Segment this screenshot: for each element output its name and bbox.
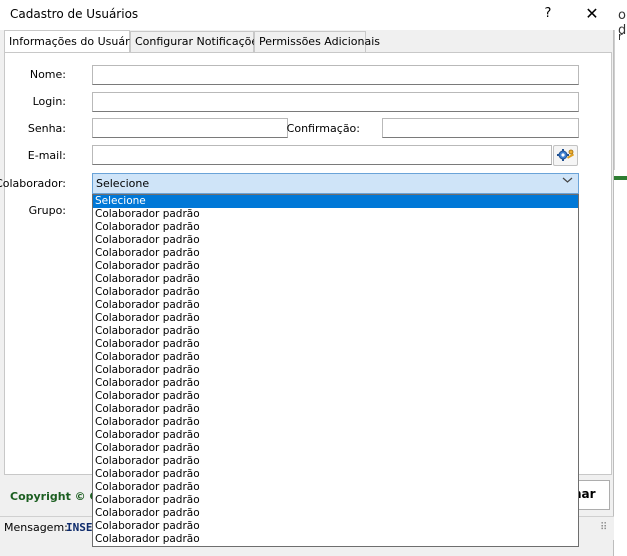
- close-button[interactable]: ✕: [578, 3, 606, 25]
- dropdown-option[interactable]: Colaborador padrão: [93, 221, 578, 234]
- background-green-bar: [612, 176, 627, 180]
- tab-additional-permissions[interactable]: Permissões Adicionais: [254, 31, 380, 52]
- dropdown-option[interactable]: Colaborador padrão: [93, 390, 578, 403]
- dropdown-option[interactable]: Colaborador padrão: [93, 325, 578, 338]
- dropdown-option[interactable]: Colaborador padrão: [93, 520, 578, 533]
- window-title: Cadastro de Usuários: [10, 7, 139, 21]
- dropdown-option[interactable]: Colaborador padrão: [93, 481, 578, 494]
- senha-label: Senha:: [27, 122, 66, 135]
- dropdown-option[interactable]: Selecione: [93, 195, 578, 208]
- tab-user-info[interactable]: Informações do Usuário: [4, 30, 139, 52]
- email-input[interactable]: [92, 145, 552, 165]
- dropdown-option[interactable]: Colaborador padrão: [93, 442, 578, 455]
- dropdown-option[interactable]: Colaborador padrão: [93, 455, 578, 468]
- dropdown-option[interactable]: Colaborador padrão: [93, 494, 578, 507]
- dropdown-option[interactable]: Colaborador padrão: [93, 260, 578, 273]
- dropdown-option[interactable]: Colaborador padrão: [93, 377, 578, 390]
- colaborador-dropdown-list: Selecione Colaborador padrão Colaborador p…: [92, 194, 579, 547]
- chevron-down-icon: [562, 176, 573, 187]
- dropdown-option[interactable]: Colaborador padrão: [93, 468, 578, 481]
- title-bar: Cadastro de Usuários ? ✕: [0, 0, 614, 30]
- dropdown-option[interactable]: Colaborador padrão: [93, 208, 578, 221]
- dropdown-option[interactable]: Colaborador padrão: [93, 403, 578, 416]
- login-label: Login:: [32, 95, 66, 108]
- colaborador-label: Colaborador:: [0, 177, 66, 190]
- email-label: E-mail:: [27, 149, 66, 162]
- dropdown-option[interactable]: Colaborador padrão: [93, 247, 578, 260]
- dropdown-option[interactable]: Colaborador padrão: [93, 312, 578, 325]
- colaborador-select[interactable]: Selecione: [92, 173, 579, 194]
- tab-notifications[interactable]: Configurar Notificações: [130, 31, 264, 52]
- login-input[interactable]: [92, 92, 579, 112]
- resize-grip-icon[interactable]: ⠿: [600, 522, 607, 533]
- colaborador-selected-value: Selecione: [96, 177, 150, 190]
- dropdown-option[interactable]: Colaborador padrão: [93, 507, 578, 520]
- dropdown-option[interactable]: Colaborador padrão: [93, 234, 578, 247]
- nome-label: Nome:: [29, 68, 66, 81]
- senha-input[interactable]: [92, 118, 288, 138]
- nome-input[interactable]: [92, 65, 579, 85]
- confirmacao-label: Confirmação:: [286, 122, 360, 135]
- dropdown-option[interactable]: Colaborador padrão: [93, 364, 578, 377]
- copyright-text: Copyright © Co: [10, 490, 106, 503]
- status-message: INSE: [66, 521, 93, 534]
- dropdown-option[interactable]: Colaborador padrão: [93, 416, 578, 429]
- background-panel-edge: [614, 30, 627, 170]
- dropdown-option[interactable]: Colaborador padrão: [93, 429, 578, 442]
- dropdown-option[interactable]: Colaborador padrão: [93, 273, 578, 286]
- help-button[interactable]: ?: [536, 3, 560, 25]
- key-gear-icon: [557, 149, 575, 161]
- grupo-label: Grupo:: [28, 204, 66, 217]
- status-label: Mensagem:: [4, 521, 68, 534]
- confirmacao-input[interactable]: [382, 118, 579, 138]
- dropdown-option[interactable]: Colaborador padrão: [93, 299, 578, 312]
- dropdown-option[interactable]: Colaborador padrão: [93, 351, 578, 364]
- dropdown-option[interactable]: Colaborador padrão: [93, 533, 578, 546]
- dropdown-option[interactable]: Colaborador padrão: [93, 286, 578, 299]
- key-settings-button[interactable]: [553, 145, 578, 166]
- dropdown-option[interactable]: Colaborador padrão: [93, 338, 578, 351]
